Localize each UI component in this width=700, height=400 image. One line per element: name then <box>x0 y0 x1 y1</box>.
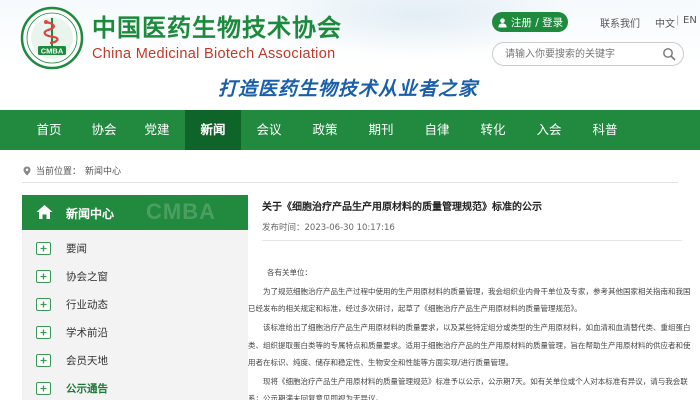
site-header: CMBA 中国医药生物技术协会 China Medicinal Biotech … <box>0 0 700 110</box>
article-paragraph: 该标准给出了细胞治疗产品生产用原材料的质量要求，以及某些特定组分或类型的生产用原… <box>248 323 691 368</box>
sidebar-item-industry-news[interactable]: 行业动态 <box>22 291 248 317</box>
slogan: 打造医药生物技术从业者之家 <box>218 78 479 100</box>
sidebar-item-label: 学术前沿 <box>66 326 108 339</box>
lang-en-link[interactable]: EN <box>683 15 697 26</box>
sidebar-item-label: 要闻 <box>66 242 87 255</box>
sidebar-item-headlines[interactable]: 要闻 <box>22 235 248 261</box>
sidebar-item-association-window[interactable]: 协会之窗 <box>22 263 248 289</box>
nav-item-policy[interactable]: 政策 <box>297 110 353 150</box>
sidebar-header: 新闻中心 CMBA <box>22 195 248 230</box>
contact-us-link[interactable]: 联系我们 <box>600 15 640 30</box>
nav-item-membership[interactable]: 入会 <box>521 110 577 150</box>
sidebar-title: 新闻中心 <box>66 207 115 221</box>
nav-item-news[interactable]: 新闻 <box>185 110 241 150</box>
search-input[interactable] <box>492 42 684 66</box>
home-icon <box>36 205 53 219</box>
article-body: 各有关单位： 为了规范细胞治疗产品生产过程中使用的生产用原材料的质量管理，我会组… <box>248 264 692 400</box>
sidebar-item-label: 行业动态 <box>66 298 108 311</box>
article-date: 发布时间：2023-06-30 10:17:16 <box>262 221 395 233</box>
breadcrumb: 当前位置： 新闻中心 <box>22 164 121 177</box>
lang-cn-link[interactable]: 中文 <box>655 15 675 30</box>
main-nav: 首页 协会 党建 新闻 会议 政策 期刊 自律 转化 入会 科普 <box>0 110 700 150</box>
breadcrumb-current[interactable]: 新闻中心 <box>85 164 121 177</box>
sidebar-watermark: CMBA <box>146 199 216 224</box>
org-name-cn: 中国医药生物技术协会 <box>92 13 342 42</box>
article-paragraph: 为了规范细胞治疗产品生产过程中使用的生产用原材料的质量管理，我会组织业内骨干单位… <box>248 286 691 314</box>
logo-text: CMBA <box>41 47 64 56</box>
login-register-label: 注册 / 登录 <box>510 16 564 29</box>
user-icon <box>498 17 507 28</box>
sidebar-item-label: 公示通告 <box>66 382 108 395</box>
plus-box-icon <box>36 381 51 395</box>
article-date-label: 发布时间： <box>262 223 305 233</box>
sidebar-item-members[interactable]: 会员天地 <box>22 347 248 373</box>
nav-item-meetings[interactable]: 会议 <box>241 110 297 150</box>
search-icon[interactable] <box>662 47 676 61</box>
nav-item-party[interactable]: 党建 <box>129 110 185 150</box>
article-greeting: 各有关单位： <box>267 268 312 277</box>
sidebar-item-notices[interactable]: 公示通告 <box>22 375 248 400</box>
sidebar-item-label: 协会之窗 <box>66 270 108 283</box>
plus-box-icon <box>36 241 51 255</box>
article-title: 关于《细胞治疗产品生产用原材料的质量管理规范》标准的公示 <box>262 202 542 213</box>
sidebar-item-academic-frontier[interactable]: 学术前沿 <box>22 319 248 345</box>
plus-box-icon <box>36 297 51 311</box>
nav-item-self-discipline[interactable]: 自律 <box>409 110 465 150</box>
org-name-en: China Medicinal Biotech Association <box>92 46 336 62</box>
nav-item-transformation[interactable]: 转化 <box>465 110 521 150</box>
login-register-button[interactable]: 注册 / 登录 <box>492 12 568 32</box>
nav-item-science[interactable]: 科普 <box>577 110 633 150</box>
lang-separator: | <box>676 15 680 26</box>
plus-box-icon <box>36 269 51 283</box>
sidebar-item-label: 会员天地 <box>66 354 108 367</box>
article-paragraph: 现将《细胞治疗产品生产用原材料的质量管理规范》标准予以公示，公示期7天。如有关单… <box>248 376 688 400</box>
nav-item-association[interactable]: 协会 <box>79 110 129 150</box>
nav-item-home[interactable]: 首页 <box>19 110 79 150</box>
sidebar: 新闻中心 CMBA 要闻 协会之窗 行业动态 学术前沿 会员天地 公示通告 <box>22 195 248 400</box>
breadcrumb-label: 当前位置： <box>36 167 82 177</box>
article-divider <box>262 240 682 241</box>
plus-box-icon <box>36 325 51 339</box>
nav-item-journal[interactable]: 期刊 <box>353 110 409 150</box>
cmba-logo[interactable]: CMBA <box>20 6 84 70</box>
article-date-value: 2023-06-30 10:17:16 <box>304 223 395 233</box>
plus-box-icon <box>36 353 51 367</box>
location-pin-icon <box>23 166 31 175</box>
breadcrumb-divider <box>22 182 678 183</box>
